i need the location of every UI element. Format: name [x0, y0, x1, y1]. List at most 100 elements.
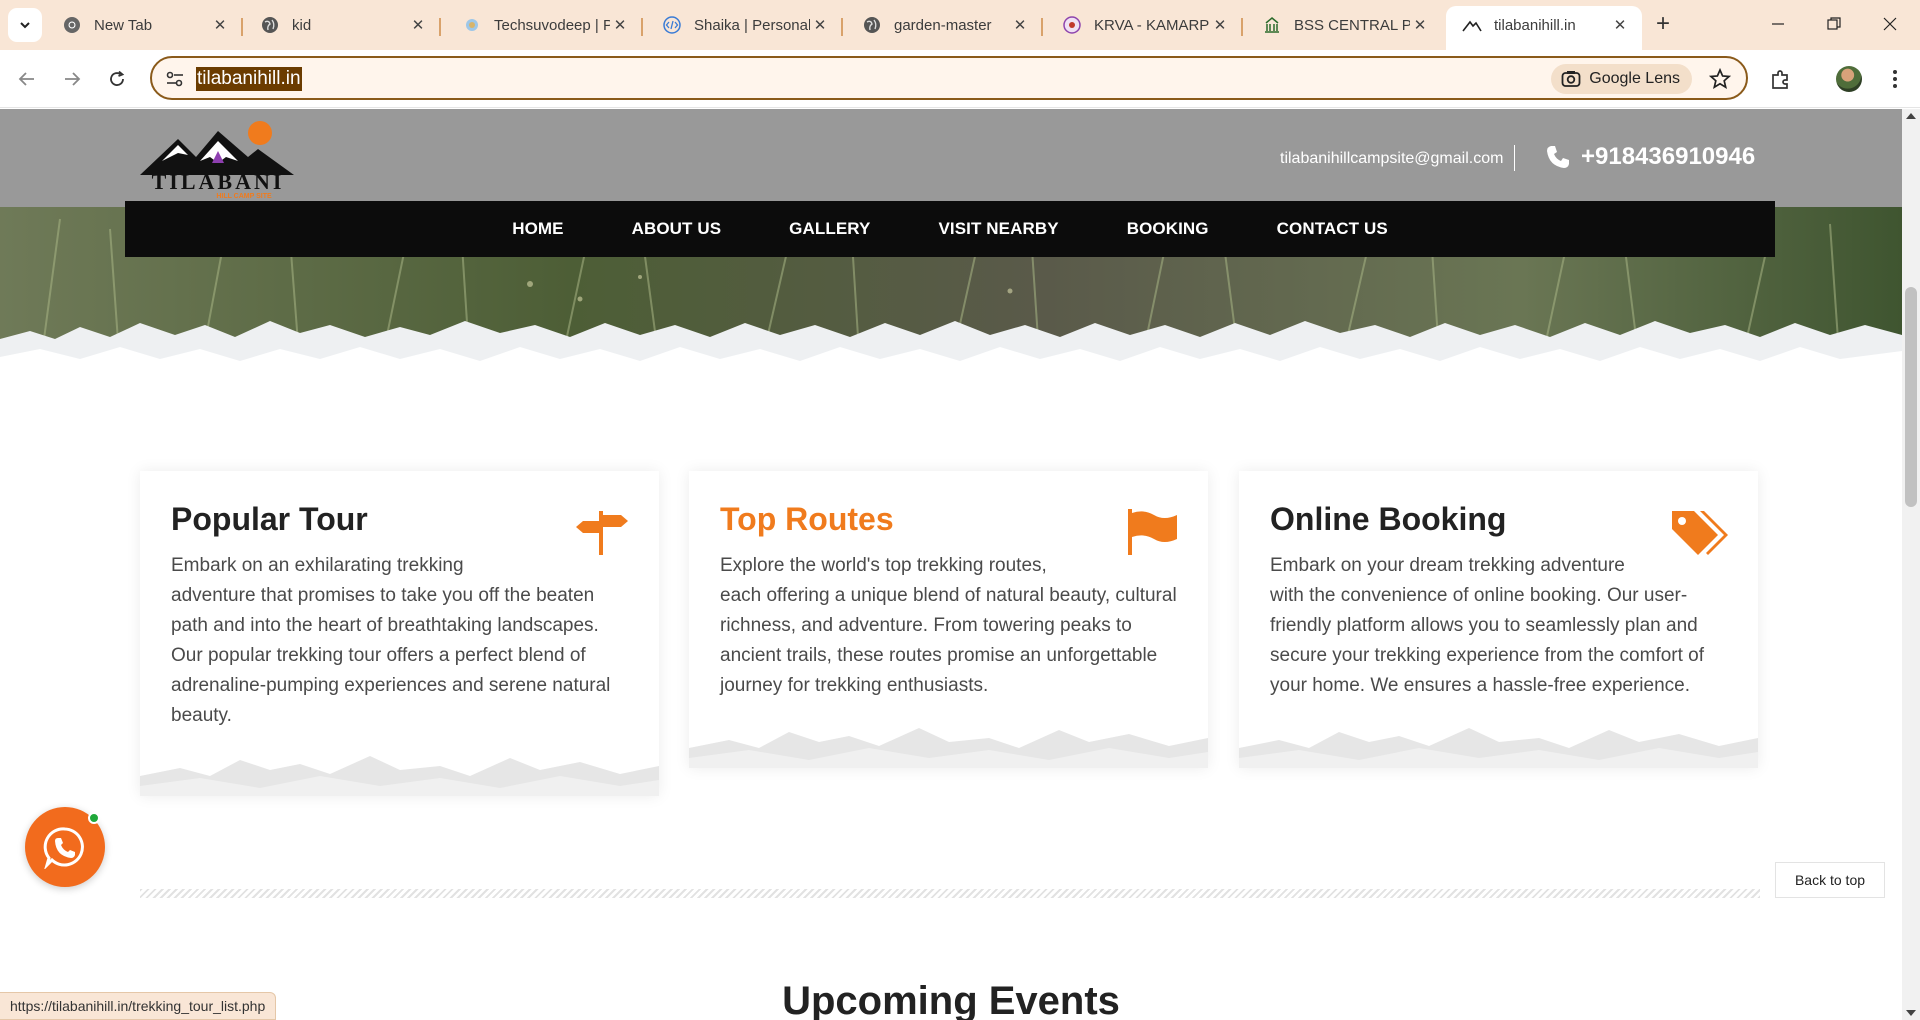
tab-label: tilabanihill.in: [1494, 16, 1576, 34]
arrow-right-icon: [65, 72, 81, 86]
card-online-booking[interactable]: Online Booking Embark on your dream trek…: [1239, 471, 1758, 768]
bookmark-star-icon[interactable]: [1708, 67, 1732, 91]
browser-toolbar: tilabanihill.in Google Lens: [0, 50, 1920, 108]
card-line: Embark on an exhilarating trekking: [171, 555, 464, 576]
lens-icon: [1561, 70, 1581, 88]
tab-divider: [841, 18, 843, 36]
nav-visit-nearby[interactable]: VISIT NEARBY: [938, 219, 1058, 239]
card-mountain-decoration: [689, 728, 1208, 768]
card-title: Popular Tour: [171, 501, 368, 537]
site-icon: [462, 15, 482, 35]
tab-new-tab[interactable]: New Tab ✕: [46, 6, 243, 44]
close-icon[interactable]: ✕: [1610, 16, 1630, 34]
phone-icon: [1545, 144, 1571, 170]
page-scrollbar[interactable]: [1902, 109, 1920, 1020]
nav-home[interactable]: HOME: [512, 219, 563, 239]
tab-label: New Tab: [94, 16, 153, 34]
close-icon[interactable]: ✕: [210, 16, 230, 34]
card-line: ancient trails, these routes promise an …: [720, 645, 1158, 666]
tab-search-button[interactable]: [8, 8, 42, 42]
site-header: TILABANI HILL CAMP SITE tilabanihillcamp…: [0, 109, 1902, 207]
reload-button[interactable]: [100, 62, 134, 96]
tab-label: Techsuvodeep | P: [494, 16, 610, 34]
tab-label: garden-master: [894, 16, 992, 34]
close-icon[interactable]: ✕: [1210, 16, 1230, 34]
card-line: beauty.: [171, 705, 232, 726]
hero-banner: TILABANI HILL CAMP SITE tilabanihillcamp…: [0, 109, 1902, 369]
close-icon[interactable]: ✕: [1010, 16, 1030, 34]
scroll-up-arrow-icon[interactable]: [1906, 113, 1916, 119]
tab-label: KRVA - KAMARP: [1094, 16, 1210, 34]
back-button[interactable]: [10, 62, 44, 96]
address-bar[interactable]: tilabanihill.in Google Lens: [150, 56, 1748, 100]
browser-menu-button[interactable]: [1880, 62, 1910, 96]
tab-divider: [439, 18, 441, 36]
card-line: friendly platform allows you to seamless…: [1270, 615, 1698, 636]
window-close-button[interactable]: [1862, 6, 1918, 42]
nav-about-us[interactable]: ABOUT US: [632, 219, 722, 239]
close-icon[interactable]: ✕: [408, 16, 428, 34]
card-title: Top Routes: [720, 501, 894, 537]
tab-strip: New Tab ✕ kid ✕ Techsuvodeep | P ✕ Shaik…: [0, 0, 1920, 50]
emblem-icon: [1062, 15, 1082, 35]
forward-button[interactable]: [55, 62, 89, 96]
tab-label: BSS CENTRAL PU: [1294, 16, 1410, 34]
extensions-button[interactable]: [1764, 62, 1798, 96]
header-phone[interactable]: +918436910946: [1545, 143, 1755, 171]
section-divider: [140, 889, 1760, 898]
card-description: Embark on an exhilarating trekking adven…: [171, 551, 610, 731]
tab-divider: [1041, 18, 1043, 36]
nav-contact-us[interactable]: CONTACT US: [1277, 219, 1388, 239]
close-icon[interactable]: ✕: [1410, 16, 1430, 34]
globe-icon: [260, 15, 280, 35]
card-line: adrenaline-pumping experiences and seren…: [171, 675, 611, 696]
puzzle-icon: [1772, 70, 1788, 89]
url-text[interactable]: tilabanihill.in: [196, 67, 302, 91]
minimize-button[interactable]: [1750, 6, 1806, 42]
browser-status-bar: https://tilabanihill.in/trekking_tour_li…: [0, 992, 277, 1020]
card-line: richness, and adventure. From towering p…: [720, 615, 1132, 636]
tab-divider: [1241, 18, 1243, 36]
card-top-routes[interactable]: Top Routes Explore the world's top trekk…: [689, 471, 1208, 768]
card-line: Our popular trekking tour offers a perfe…: [171, 645, 586, 666]
header-divider: [1514, 145, 1515, 171]
restore-icon: [1827, 17, 1841, 30]
scrollbar-thumb[interactable]: [1905, 287, 1917, 507]
tab-shaika[interactable]: Shaika | Personal ✕: [646, 6, 843, 44]
phone-number: +918436910946: [1581, 143, 1756, 170]
logo-mountain-icon: TILABANI HILL CAMP SITE: [140, 121, 294, 200]
google-lens-button[interactable]: Google Lens: [1551, 64, 1692, 94]
restore-button[interactable]: [1806, 6, 1862, 42]
card-title: Online Booking: [1270, 501, 1507, 537]
header-email[interactable]: tilabanihillcampsite@gmail.com: [1280, 150, 1503, 168]
card-mountain-decoration: [1239, 728, 1758, 768]
card-popular-tour[interactable]: Popular Tour Embark on an exhilarating t…: [140, 471, 659, 796]
tab-techsuvodeep[interactable]: Techsuvodeep | P ✕: [446, 6, 643, 44]
tab-bss-central[interactable]: BSS CENTRAL PU ✕: [1246, 6, 1442, 44]
code-icon: [662, 15, 682, 35]
online-status-dot: [88, 812, 100, 824]
nav-gallery[interactable]: GALLERY: [789, 219, 870, 239]
close-icon[interactable]: ✕: [810, 16, 830, 34]
back-to-top-button[interactable]: Back to top: [1775, 862, 1885, 898]
site-logo[interactable]: TILABANI HILL CAMP SITE: [138, 117, 298, 201]
tab-garden-master[interactable]: garden-master ✕: [846, 6, 1043, 44]
site-settings-icon[interactable]: [164, 68, 186, 90]
whatsapp-icon: [43, 827, 84, 869]
lens-label: Google Lens: [1589, 70, 1680, 87]
kebab-menu-icon: [1893, 70, 1897, 88]
card-line: path and into the heart of breathtaking …: [171, 615, 599, 636]
profile-avatar[interactable]: [1836, 66, 1862, 92]
scroll-down-arrow-icon[interactable]: [1906, 1010, 1916, 1016]
card-line: journey for trekking enthusiasts.: [720, 675, 989, 696]
chevron-down-icon: [20, 22, 30, 29]
tab-krva[interactable]: KRVA - KAMARP ✕: [1046, 6, 1243, 44]
new-tab-button[interactable]: +: [1648, 10, 1678, 40]
minimize-icon: [1772, 23, 1784, 25]
tab-kid[interactable]: kid ✕: [244, 6, 441, 44]
card-mountain-decoration: [140, 756, 659, 796]
close-icon[interactable]: ✕: [610, 16, 630, 34]
tab-tilabanihill[interactable]: tilabanihill.in ✕: [1446, 6, 1642, 50]
logo-text: TILABANI: [152, 169, 285, 194]
nav-booking[interactable]: BOOKING: [1127, 219, 1209, 239]
